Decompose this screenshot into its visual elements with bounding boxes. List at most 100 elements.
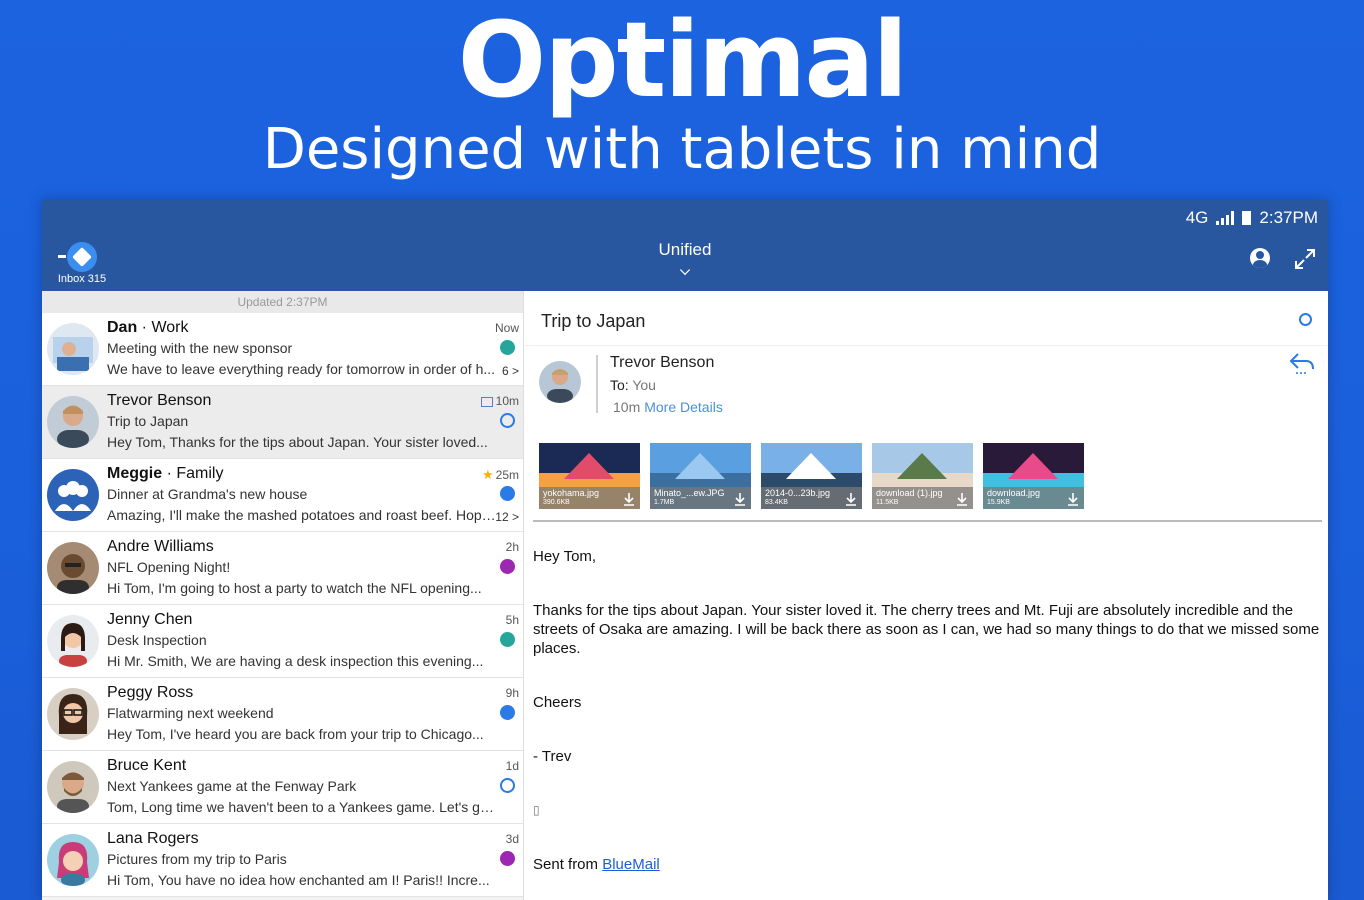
placeholder-glyph: ▯ bbox=[533, 803, 540, 817]
mail-subject: NFL Opening Night! bbox=[107, 559, 231, 575]
mail-preview: Hi Tom, I'm going to host a party to wat… bbox=[107, 580, 482, 596]
mail-item[interactable]: Dan · Work Meeting with the new sponsor We… bbox=[42, 313, 523, 386]
avatar[interactable] bbox=[47, 323, 99, 375]
status-dot-icon[interactable] bbox=[500, 340, 515, 355]
expand-icon[interactable] bbox=[1292, 246, 1318, 272]
updated-label: Updated 2:37PM bbox=[42, 291, 523, 313]
sender-name: Trevor Benson bbox=[107, 392, 212, 409]
sender-name: Peggy Ross bbox=[107, 684, 194, 701]
mail-item[interactable]: Trevor Benson Trip to Japan Hey Tom, Thank… bbox=[42, 386, 523, 459]
status-dot-icon[interactable] bbox=[500, 705, 515, 720]
signal-icon bbox=[1216, 211, 1235, 225]
signature: - Trev bbox=[533, 748, 572, 765]
account-switcher[interactable]: Unified bbox=[42, 240, 1328, 260]
mail-subject: Flatwarming next weekend bbox=[107, 705, 274, 721]
mail-item[interactable]: Andre Williams NFL Opening Night! Hi Tom, … bbox=[42, 532, 523, 605]
mail-sender: Lana Rogers bbox=[107, 830, 199, 848]
mail-subject: Pictures from my trip to Paris bbox=[107, 851, 287, 867]
attachment-thumbnail[interactable]: yokohama.jpg 390.6KB bbox=[539, 443, 640, 509]
time-label: 1d bbox=[505, 759, 519, 773]
mail-time: Now bbox=[495, 321, 519, 335]
attachment-thumbnail[interactable]: 2014-0...23b.jpg 83.4KB bbox=[761, 443, 862, 509]
battery-icon bbox=[1242, 211, 1252, 225]
status-dot-icon[interactable] bbox=[500, 778, 515, 793]
download-icon[interactable] bbox=[623, 492, 635, 506]
status-dot-icon[interactable] bbox=[500, 413, 515, 428]
account-icon[interactable] bbox=[1250, 248, 1270, 268]
mail-sender: Jenny Chen bbox=[107, 611, 192, 629]
status-dot-icon[interactable] bbox=[500, 559, 515, 574]
mail-time: 9h bbox=[506, 686, 519, 700]
status-dot-icon[interactable] bbox=[500, 851, 515, 866]
reader-time: 10m bbox=[613, 399, 641, 415]
bluemail-link[interactable]: BlueMail bbox=[602, 856, 660, 873]
signoff: Cheers bbox=[533, 694, 582, 711]
mail-preview: Amazing, I'll make the mashed potatoes a… bbox=[107, 507, 497, 523]
mail-time: 2h bbox=[506, 540, 519, 554]
download-icon[interactable] bbox=[1067, 492, 1079, 506]
mail-sender: Bruce Kent bbox=[107, 757, 186, 775]
time-label: 10m bbox=[495, 394, 519, 408]
time-label: Now bbox=[494, 321, 519, 335]
thread-count[interactable]: 12 > bbox=[495, 510, 519, 524]
sender-name: Jenny Chen bbox=[107, 611, 193, 628]
mail-item[interactable]: Bruce Kent Next Yankees game at the Fenwa… bbox=[42, 751, 523, 824]
avatar[interactable] bbox=[47, 469, 99, 521]
avatar[interactable] bbox=[47, 396, 99, 448]
avatar[interactable] bbox=[47, 688, 99, 740]
mail-sender: Meggie · Family bbox=[107, 465, 223, 483]
mail-item[interactable]: Lana Rogers Pictures from my trip to Pari… bbox=[42, 824, 523, 897]
mail-sender: Peggy Ross bbox=[107, 684, 193, 702]
time-label: 5h bbox=[505, 613, 519, 627]
attachment-thumbnail[interactable]: Minato_...ew.JPG 1.7MB bbox=[650, 443, 751, 509]
attachment-thumbnail[interactable]: download (1).jpg 11.5KB bbox=[872, 443, 973, 509]
sender-name: Bruce Kent bbox=[107, 757, 187, 774]
sender-name: Meggie bbox=[107, 465, 163, 482]
mail-item[interactable]: Meggie · Family Dinner at Grandma's new h… bbox=[42, 459, 523, 532]
star-icon[interactable]: ★ bbox=[482, 467, 494, 482]
status-bar: 4G 2:37PM bbox=[1186, 208, 1318, 228]
more-details-link[interactable]: More Details bbox=[644, 399, 723, 415]
mail-item[interactable]: Peggy Ross Flatwarming next weekend Hey To… bbox=[42, 678, 523, 751]
status-dot-icon[interactable] bbox=[500, 486, 515, 501]
sender-name: Dan bbox=[107, 319, 138, 336]
avatar[interactable] bbox=[47, 615, 99, 667]
avatar[interactable] bbox=[47, 761, 99, 813]
mail-subject: Meeting with the new sponsor bbox=[107, 340, 293, 356]
thread-count[interactable]: 6 > bbox=[502, 364, 519, 378]
attachment-thumbnail[interactable]: download.jpg 15.9KB bbox=[983, 443, 1084, 509]
sender-name: Andre Williams bbox=[107, 538, 214, 555]
time-label: 25m bbox=[495, 468, 519, 482]
inbox-count: Inbox 315 bbox=[57, 273, 107, 285]
status-dot-icon[interactable] bbox=[500, 632, 515, 647]
to-value: You bbox=[632, 377, 656, 393]
sender-avatar[interactable] bbox=[539, 361, 581, 403]
avatar[interactable] bbox=[47, 542, 99, 594]
sender-group: Work bbox=[151, 319, 189, 336]
avatar[interactable] bbox=[47, 834, 99, 886]
mail-list: Updated 2:37PM Dan · Work Meeting with th… bbox=[42, 291, 524, 900]
sent-from-label: Sent from bbox=[533, 856, 599, 873]
download-icon[interactable] bbox=[734, 492, 746, 506]
mail-time: 3d bbox=[506, 832, 519, 846]
reader-from[interactable]: Trevor Benson bbox=[610, 354, 714, 372]
download-icon[interactable] bbox=[956, 492, 968, 506]
mail-subject: Trip to Japan bbox=[107, 413, 189, 429]
chevron-down-icon[interactable] bbox=[679, 264, 691, 276]
unread-toggle-icon[interactable] bbox=[1299, 313, 1312, 326]
mail-item[interactable]: Jenny Chen Desk Inspection Hi Mr. Smith, W… bbox=[42, 605, 523, 678]
reader-subject: Trip to Japan bbox=[541, 311, 646, 331]
mail-sender: Dan · Work bbox=[107, 319, 189, 337]
time-label: 2h bbox=[505, 540, 519, 554]
mail-preview: Hey Tom, I've heard you are back from yo… bbox=[107, 726, 484, 742]
reading-pane: Trip to Japan Trevor Benson To: You 10m M… bbox=[525, 291, 1328, 900]
download-icon[interactable] bbox=[845, 492, 857, 506]
sender-name: Lana Rogers bbox=[107, 830, 199, 847]
time-label: 3d bbox=[505, 832, 519, 846]
tablet-screen: 4G 2:37PM Inbox 315 Unified Updated 2:37… bbox=[42, 200, 1328, 900]
network-label: 4G bbox=[1185, 208, 1209, 227]
mail-preview: Hi Tom, You have no idea how enchanted a… bbox=[107, 872, 490, 888]
mail-sender: Trevor Benson bbox=[107, 392, 211, 410]
reply-icon[interactable] bbox=[1288, 351, 1316, 375]
greeting: Hey Tom, bbox=[533, 548, 597, 565]
